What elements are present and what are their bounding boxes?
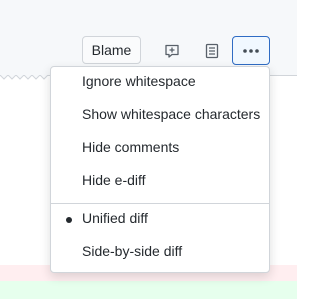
selected-bullet-icon [66,217,72,223]
blame-button[interactable]: Blame [82,36,141,64]
menu-item-hide-ediff[interactable]: Hide e-diff [82,171,146,189]
add-comment-icon [165,44,179,58]
view-file-button[interactable] [198,38,226,64]
diff-options-menu: Ignore whitespace Show whitespace charac… [50,66,270,273]
menu-divider [51,203,269,204]
kebab-horizontal-icon [243,48,259,53]
diff-line-added [0,281,297,299]
more-options-button[interactable] [232,36,270,65]
menu-item-ignore-whitespace[interactable]: Ignore whitespace [82,72,196,90]
file-text-icon [205,43,219,59]
menu-item-show-whitespace[interactable]: Show whitespace characters [82,105,260,123]
menu-item-side-by-side-diff[interactable]: Side-by-side diff [82,242,182,260]
menu-item-unified-diff[interactable]: Unified diff [82,209,148,227]
add-comment-button[interactable] [158,38,186,64]
menu-item-hide-comments[interactable]: Hide comments [82,138,179,156]
